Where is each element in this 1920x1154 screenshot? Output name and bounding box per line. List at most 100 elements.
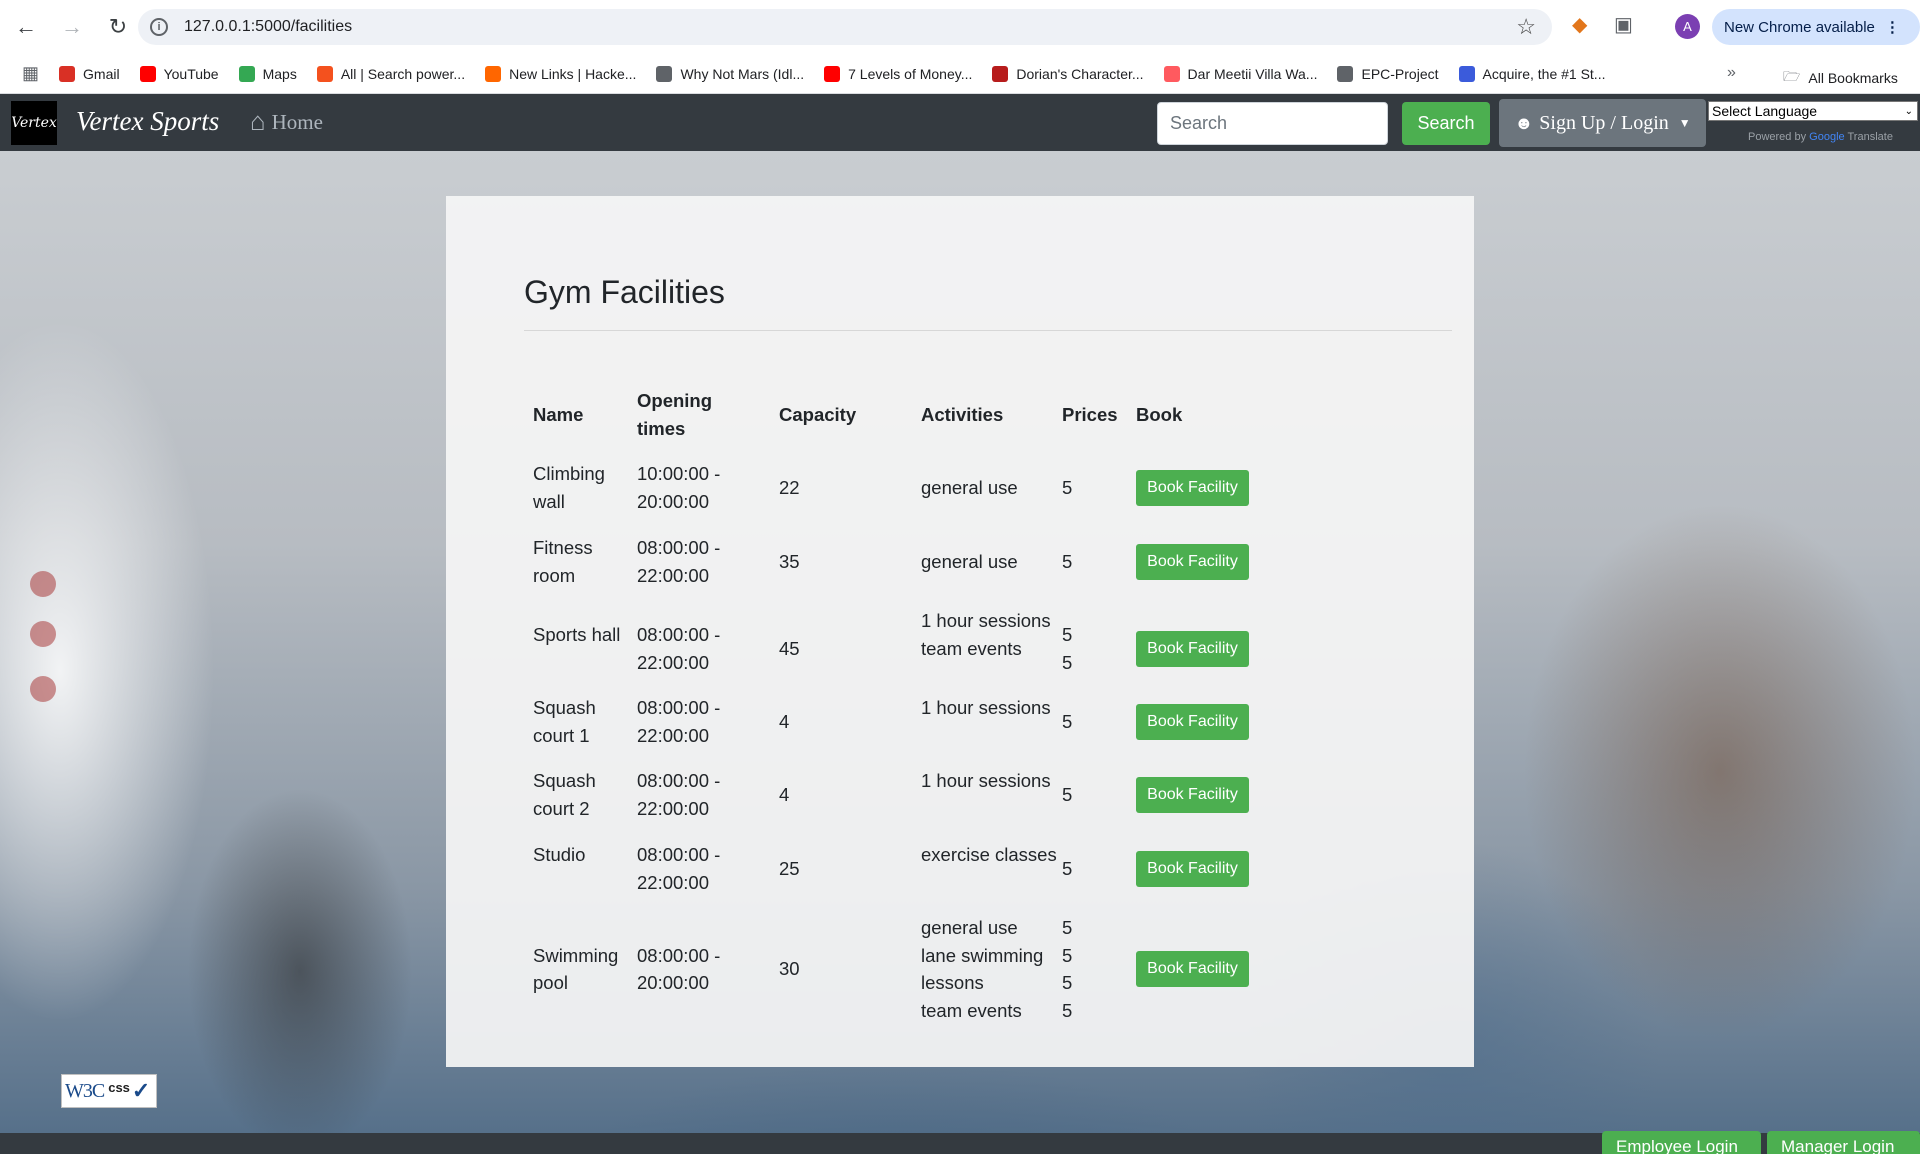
activity-item: lessons <box>921 972 984 993</box>
acquire-icon <box>1458 65 1475 82</box>
background-blur-spot <box>30 571 56 597</box>
metamask-icon[interactable]: ◆ <box>1572 12 1587 37</box>
book-facility-button[interactable]: Book Facility <box>1136 951 1249 987</box>
bookmark-item[interactable]: Dar Meetii Villa Wa... <box>1163 65 1318 82</box>
facility-name: Squash court 2 <box>533 770 596 819</box>
w3c-css-badge[interactable]: W3C css ✓ <box>61 1074 157 1108</box>
home-link[interactable]: ⌂ Home <box>250 107 323 137</box>
facility-prices: 5 5 5 5 <box>1062 914 1122 1024</box>
facility-capacity: 25 <box>779 857 800 879</box>
bookmark-item[interactable]: EPC-Project <box>1337 65 1439 82</box>
address-bar[interactable]: i 127.0.0.1:5000/facilities ☆ <box>138 9 1552 45</box>
google-translate-credit: Powered by Google Translate <box>1748 131 1893 143</box>
google-text: Google <box>1809 131 1845 143</box>
bookmark-label: Dar Meetii Villa Wa... <box>1187 65 1318 82</box>
dnd-icon <box>992 65 1009 82</box>
bookmarks-bar: ▦ Gmail YouTube Maps All | Search power... N… <box>0 54 1920 94</box>
signup-label: Sign Up / Login <box>1539 111 1669 134</box>
facility-opening-times: 08:00:00 - 20:00:00 <box>637 944 721 994</box>
book-facility-button[interactable]: Book Facility <box>1136 543 1249 580</box>
apps-grid-icon[interactable]: ▦ <box>22 63 39 84</box>
activity-item: team events <box>921 637 1022 659</box>
manager-login-button[interactable]: Manager Login <box>1767 1131 1920 1154</box>
facility-prices: 5 <box>1062 474 1122 502</box>
book-facility-button[interactable]: Book Facility <box>1136 703 1249 740</box>
book-facility-button[interactable]: Book Facility <box>1136 469 1249 506</box>
column-header: Name <box>533 403 584 425</box>
facility-activities: general use <box>921 474 1071 502</box>
globe-icon <box>656 65 673 82</box>
table-row: Squash court 1 08:00:00 - 22:00:00 4 1 hour… <box>524 694 1284 749</box>
facility-opening-times: 08:00:00 - 22:00:00 <box>637 770 721 819</box>
forward-icon[interactable]: → <box>52 7 92 47</box>
bookmark-label: Acquire, the #1 St... <box>1482 65 1606 82</box>
bookmark-item[interactable]: Why Not Mars (Idl... <box>656 65 805 82</box>
caret-down-icon: ▼ <box>1678 115 1691 130</box>
signup-login-dropdown[interactable]: ☻ Sign Up / Login ▼ <box>1499 99 1706 147</box>
activity-item: 1 hour sessions <box>921 770 1051 791</box>
book-facility-button[interactable]: Book Facility <box>1136 850 1249 887</box>
reload-icon[interactable]: ↻ <box>98 7 138 47</box>
bookmark-item[interactable]: New Links | Hacke... <box>485 65 636 82</box>
bookmark-item[interactable]: YouTube <box>139 65 219 82</box>
bookmark-item[interactable]: Dorian's Character... <box>992 65 1144 82</box>
facility-activities: exercise classes <box>921 841 1071 869</box>
vertex-logo[interactable]: Vertex <box>11 101 57 145</box>
facility-capacity: 4 <box>779 710 790 732</box>
price-item: 5 <box>1062 944 1073 966</box>
bookmark-label: EPC-Project <box>1361 65 1439 82</box>
user-icon: ☻ <box>1514 112 1534 133</box>
employee-login-button[interactable]: Employee Login <box>1602 1131 1761 1154</box>
bookmark-item[interactable]: All | Search power... <box>316 65 466 82</box>
facility-opening-times: 08:00:00 - 22:00:00 <box>637 844 721 893</box>
facility-name: Studio <box>533 844 586 865</box>
facility-capacity: 45 <box>779 637 800 659</box>
more-bookmarks-icon[interactable]: » <box>1727 64 1736 82</box>
search-input[interactable] <box>1157 102 1388 145</box>
new-chrome-button[interactable]: New Chrome available ⋮ <box>1712 9 1920 45</box>
facility-name: Swimming pool <box>533 944 619 994</box>
facility-opening-times: 08:00:00 - 22:00:00 <box>637 537 721 586</box>
book-facility-button[interactable]: Book Facility <box>1136 630 1249 667</box>
price-item: 5 <box>1062 476 1073 498</box>
maps-icon <box>238 65 255 82</box>
facility-name: Climbing wall <box>533 463 605 512</box>
table-row: Swimming pool 08:00:00 - 20:00:00 30 genera… <box>524 914 1284 1024</box>
checkmark-icon: ✓ <box>131 1078 151 1103</box>
price-item: 5 <box>1062 917 1073 938</box>
bookmark-item[interactable]: Maps <box>238 65 297 82</box>
facility-capacity: 4 <box>779 783 790 805</box>
gmail-icon <box>59 65 76 82</box>
price-item: 5 <box>1062 783 1073 805</box>
price-item: 5 <box>1062 972 1073 993</box>
site-info-icon[interactable]: i <box>150 18 168 36</box>
activity-item: general use <box>921 550 1018 572</box>
background-blur-spot <box>30 676 56 702</box>
bookmark-label: Why Not Mars (Idl... <box>680 65 805 82</box>
all-bookmarks-label: All Bookmarks <box>1808 70 1898 86</box>
activity-item: general use <box>921 917 1018 938</box>
folder-icon <box>1337 65 1354 82</box>
brand-name[interactable]: Vertex Sports <box>76 106 219 137</box>
language-select[interactable]: Select Language ⌄ <box>1708 101 1918 121</box>
book-facility-button[interactable]: Book Facility <box>1136 776 1249 813</box>
css-text: css <box>108 1079 130 1095</box>
back-icon[interactable]: ← <box>6 7 46 47</box>
table-row: Studio 08:00:00 - 22:00:00 25 exercise clas… <box>524 841 1284 896</box>
all-bookmarks-folder[interactable]: 🗁 All Bookmarks <box>1783 66 1898 90</box>
price-item: 5 <box>1062 857 1073 879</box>
facility-opening-times: 10:00:00 - 20:00:00 <box>637 463 721 512</box>
browser-toolbar: ← → ↻ i 127.0.0.1:5000/facilities ☆ ◆ ▣ … <box>0 0 1920 54</box>
powered-by-text: Powered by <box>1748 131 1807 143</box>
bookmark-item[interactable]: Acquire, the #1 St... <box>1458 65 1606 82</box>
search-button[interactable]: Search <box>1402 102 1490 145</box>
bookmark-label: All | Search power... <box>340 65 466 82</box>
bookmark-item[interactable]: 7 Levels of Money... <box>824 65 972 82</box>
profile-avatar[interactable]: A <box>1675 14 1700 39</box>
extensions-icon[interactable]: ▣ <box>1614 12 1633 37</box>
facility-name: Squash court 1 <box>533 697 596 746</box>
price-item: 5 <box>1062 651 1073 673</box>
bookmark-item[interactable]: Gmail <box>59 65 120 82</box>
youtube-icon <box>139 65 156 82</box>
bookmark-star-icon[interactable]: ☆ <box>1516 14 1536 40</box>
